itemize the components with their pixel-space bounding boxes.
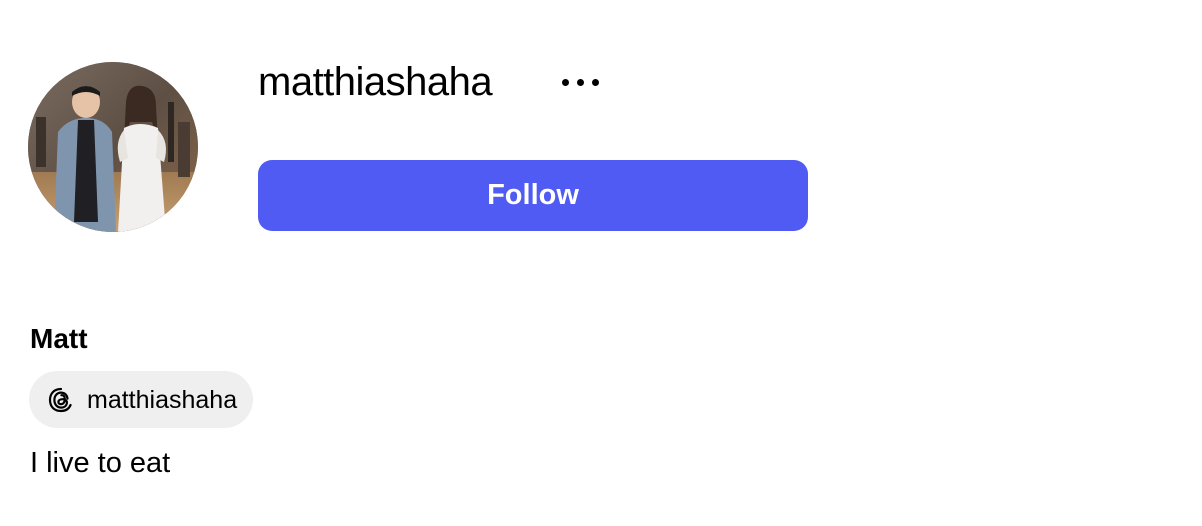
more-options-icon — [561, 78, 569, 86]
threads-handle: matthiashaha — [87, 385, 238, 414]
profile-username: matthiashaha — [258, 60, 493, 104]
bio-text: I live to eat — [30, 447, 171, 479]
follow-button[interactable]: Follow — [258, 160, 808, 231]
avatar[interactable] — [28, 62, 198, 232]
profile-page: matthiashaha Follow Matt matthiashaha I … — [0, 0, 1202, 526]
display-name: Matt — [30, 323, 88, 354]
threads-icon — [45, 384, 77, 416]
more-options-icon-dot — [576, 78, 584, 86]
avatar-photo — [28, 62, 198, 232]
more-options-button[interactable] — [552, 64, 608, 100]
more-options-icon-dot — [591, 78, 599, 86]
threads-link[interactable]: matthiashaha — [29, 371, 254, 428]
